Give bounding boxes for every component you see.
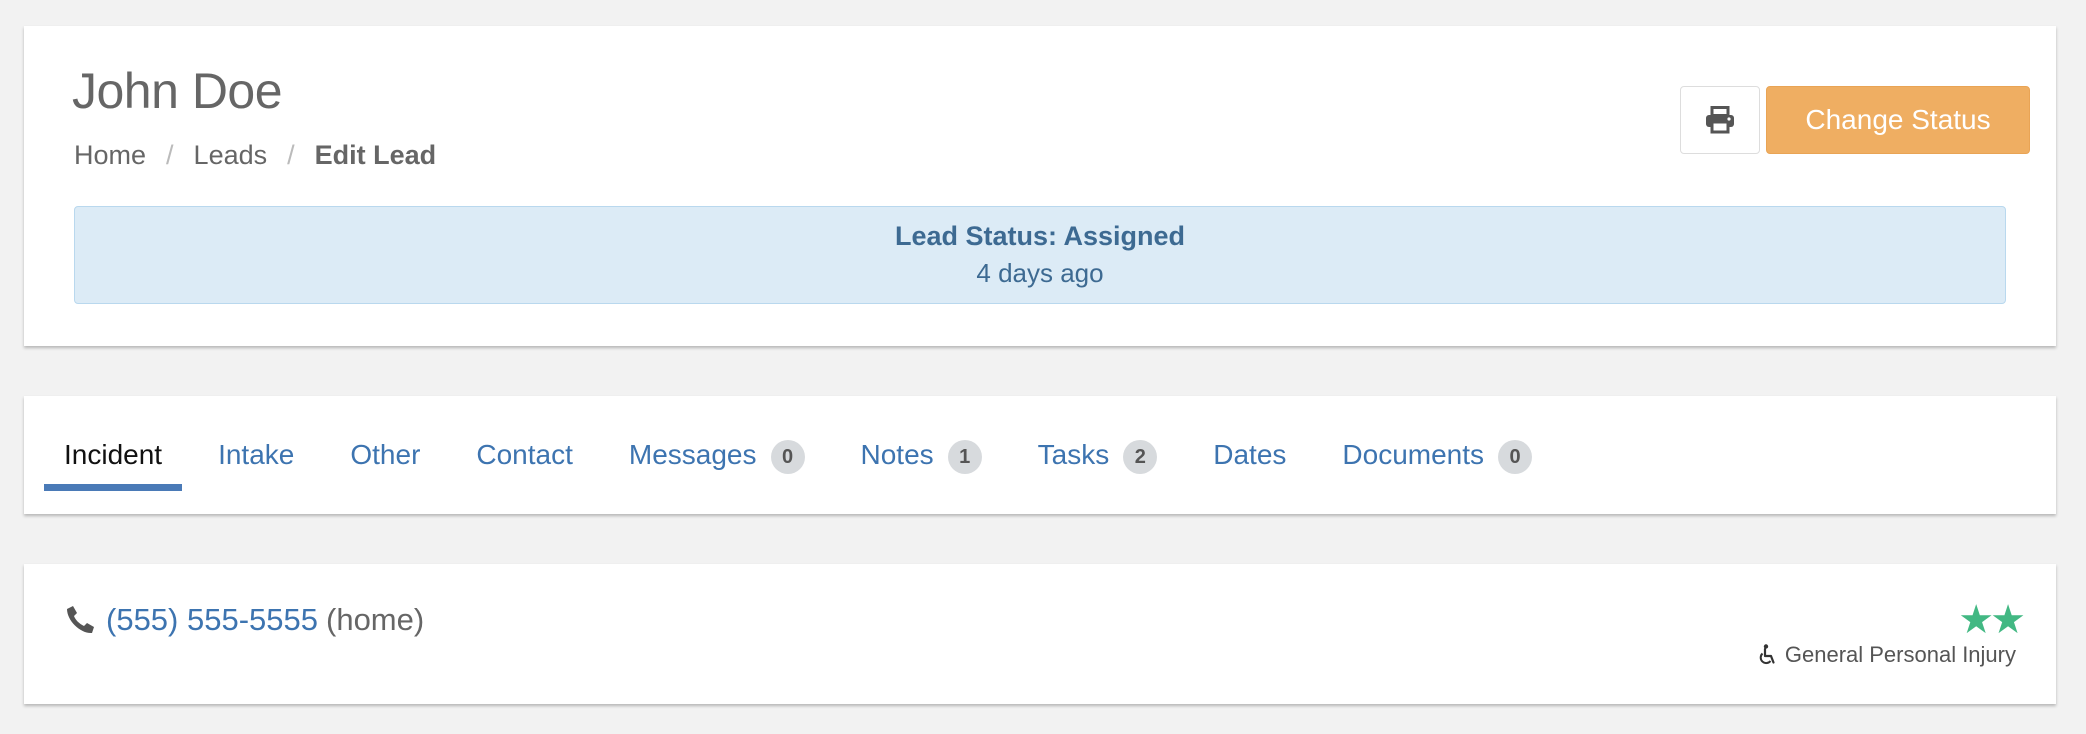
tab-label: Tasks [1037,439,1110,470]
tab-other[interactable]: Other [330,396,440,514]
tab-bar: Incident Intake Other Contact Messages 0… [44,396,1568,514]
tab-documents[interactable]: Documents 0 [1322,396,1552,514]
print-icon [1706,106,1734,134]
rating-stars: ★★ [1958,598,2026,642]
tab-incident[interactable]: Incident [44,396,183,514]
tab-dates[interactable]: Dates [1193,396,1306,514]
breadcrumb-current: Edit Lead [314,140,437,170]
breadcrumb-leads[interactable]: Leads [194,140,268,171]
contact-summary-card: (555) 555-5555 (home) ★★ General Persona… [24,564,2056,704]
lead-header-card: John Doe Home / Leads / Edit Lead Change… [24,26,2056,346]
tab-label: Other [350,439,421,470]
breadcrumb-separator: / [166,140,174,170]
tab-messages[interactable]: Messages 0 [609,396,825,514]
breadcrumb-separator: / [287,140,295,170]
tab-label: Documents [1342,439,1485,470]
case-type: General Personal Injury [1757,642,2016,668]
documents-count-badge: 0 [1498,440,1533,474]
change-status-button[interactable]: Change Status [1766,86,2030,154]
print-button[interactable] [1680,86,1760,154]
tab-label: Notes [860,439,934,470]
breadcrumb-home[interactable]: Home [74,140,146,171]
phone-row: (555) 555-5555 (home) [64,602,424,638]
lead-status-label: Lead Status: Assigned [894,221,1186,251]
tab-intake[interactable]: Intake [198,396,314,514]
tab-notes[interactable]: Notes 1 [841,396,1002,514]
phone-icon [67,606,94,634]
lead-status-time: 4 days ago [976,258,1104,288]
star-icon: ★ [1990,598,2026,642]
tab-tasks[interactable]: Tasks 2 [1018,396,1178,514]
breadcrumb: Home / Leads / Edit Lead [74,140,436,171]
notes-count-badge: 1 [947,440,982,474]
star-icon: ★ [1958,598,1994,642]
messages-count-badge: 0 [770,440,805,474]
tab-label: Dates [1213,439,1287,470]
case-type-label: General Personal Injury [1784,642,2016,667]
tasks-count-badge: 2 [1123,440,1158,474]
tab-contact[interactable]: Contact [456,396,593,514]
page-title: John Doe [72,63,283,119]
lead-status-alert: Lead Status: Assigned 4 days ago [74,206,2006,304]
tabs-card: Incident Intake Other Contact Messages 0… [24,396,2056,514]
tab-label: Intake [218,439,295,470]
tab-label: Messages [628,439,757,470]
tab-label: Incident [64,439,163,470]
phone-number-link[interactable]: (555) 555-5555 [106,602,318,638]
wheelchair-icon [1759,644,1775,665]
phone-type: (home) [326,602,425,637]
tab-label: Contact [476,439,573,470]
